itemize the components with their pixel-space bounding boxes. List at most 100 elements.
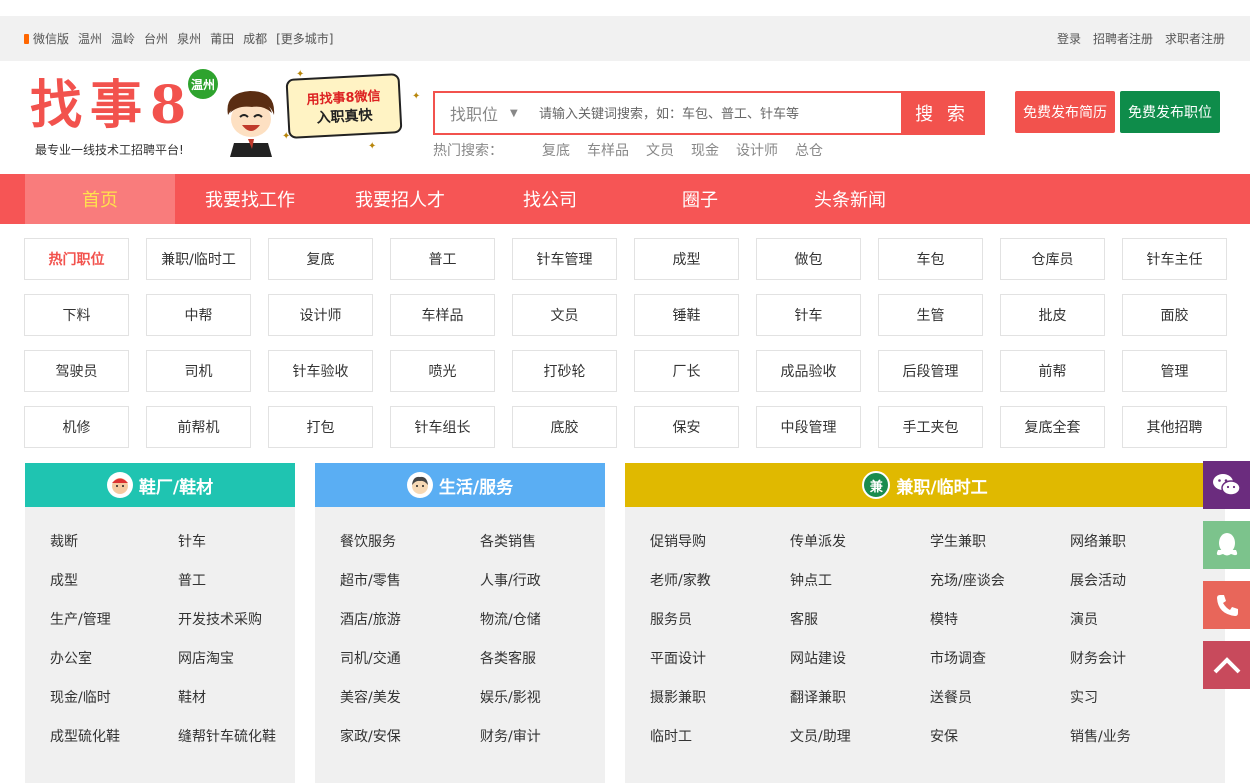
category-item[interactable]: 物流/仓储	[480, 599, 605, 638]
job-tag[interactable]: 中帮	[146, 294, 251, 336]
city-link-wenling[interactable]: 温岭	[111, 30, 135, 47]
category-item[interactable]: 开发技术采购	[178, 599, 295, 638]
employer-register-link[interactable]: 招聘者注册	[1093, 30, 1153, 47]
category-item[interactable]: 老师/家教	[650, 560, 790, 599]
category-item[interactable]: 普工	[178, 560, 295, 599]
category-item[interactable]: 服务员	[650, 599, 790, 638]
category-item[interactable]: 家政/安保	[340, 716, 480, 755]
category-item[interactable]: 生产/管理	[50, 599, 178, 638]
category-item[interactable]: 超市/零售	[340, 560, 480, 599]
job-tag[interactable]: 锤鞋	[634, 294, 739, 336]
job-tag[interactable]: 成型	[634, 238, 739, 280]
category-item[interactable]: 餐饮服务	[340, 521, 480, 560]
category-item[interactable]: 送餐员	[930, 677, 1070, 716]
job-tag[interactable]: 针车组长	[390, 406, 495, 448]
job-tag[interactable]: 打包	[268, 406, 373, 448]
hot-search-term[interactable]: 现金	[691, 140, 719, 160]
category-item[interactable]: 办公室	[50, 638, 178, 677]
category-item[interactable]: 传单派发	[790, 521, 930, 560]
job-tag[interactable]: 针车管理	[512, 238, 617, 280]
category-item[interactable]: 各类销售	[480, 521, 605, 560]
job-tag[interactable]: 针车主任	[1122, 238, 1227, 280]
job-tag[interactable]: 中段管理	[756, 406, 861, 448]
category-item[interactable]: 钟点工	[790, 560, 930, 599]
job-tag[interactable]: 生管	[878, 294, 983, 336]
city-link-putian[interactable]: 莆田	[210, 30, 234, 47]
category-item[interactable]: 摄影兼职	[650, 677, 790, 716]
job-tag[interactable]: 针车	[756, 294, 861, 336]
hot-search-term[interactable]: 车样品	[587, 140, 629, 160]
category-header-parttime[interactable]: 兼 兼职/临时工	[625, 463, 1225, 507]
category-item[interactable]: 鞋材	[178, 677, 295, 716]
nav-home[interactable]: 首页	[25, 174, 175, 224]
job-tag[interactable]: 面胶	[1122, 294, 1227, 336]
category-item[interactable]: 现金/临时	[50, 677, 178, 716]
publish-job-button[interactable]: 免费发布职位	[1120, 91, 1220, 133]
category-item[interactable]: 娱乐/影视	[480, 677, 605, 716]
job-tag[interactable]: 厂长	[634, 350, 739, 392]
category-item[interactable]: 充场/座谈会	[930, 560, 1070, 599]
job-tag[interactable]: 设计师	[268, 294, 373, 336]
category-item[interactable]: 成型硫化鞋	[50, 716, 178, 755]
category-item[interactable]: 文员/助理	[790, 716, 930, 755]
category-item[interactable]: 成型	[50, 560, 178, 599]
job-tag[interactable]: 底胶	[512, 406, 617, 448]
category-item[interactable]: 平面设计	[650, 638, 790, 677]
publish-resume-button[interactable]: 免费发布简历	[1015, 91, 1115, 133]
job-tag[interactable]: 下料	[24, 294, 129, 336]
job-tag[interactable]: 文员	[512, 294, 617, 336]
hot-jobs-label[interactable]: 热门职位	[24, 238, 129, 280]
job-tag[interactable]: 做包	[756, 238, 861, 280]
nav-circle[interactable]: 圈子	[625, 174, 775, 224]
job-tag[interactable]: 喷光	[390, 350, 495, 392]
category-header-life[interactable]: 生活/服务	[315, 463, 605, 507]
job-tag[interactable]: 保安	[634, 406, 739, 448]
wechat-promo-sign[interactable]: 用找事8微信 入职真快	[285, 73, 403, 139]
category-item[interactable]: 司机/交通	[340, 638, 480, 677]
category-item[interactable]: 财务会计	[1070, 638, 1205, 677]
category-item[interactable]: 美容/美发	[340, 677, 480, 716]
job-tag[interactable]: 前帮机	[146, 406, 251, 448]
category-item[interactable]: 销售/业务	[1070, 716, 1205, 755]
job-tag[interactable]: 后段管理	[878, 350, 983, 392]
login-link[interactable]: 登录	[1057, 30, 1081, 47]
category-item[interactable]: 财务/审计	[480, 716, 605, 755]
search-input[interactable]	[537, 93, 901, 135]
phone-float-button[interactable]	[1203, 581, 1250, 629]
category-item[interactable]: 模特	[930, 599, 1070, 638]
nav-find-job[interactable]: 我要找工作	[175, 174, 325, 224]
job-tag[interactable]: 打砂轮	[512, 350, 617, 392]
job-tag[interactable]: 车包	[878, 238, 983, 280]
wechat-version-link[interactable]: 微信版	[33, 30, 69, 47]
wechat-float-button[interactable]	[1203, 461, 1250, 509]
nav-news[interactable]: 头条新闻	[775, 174, 925, 224]
job-tag[interactable]: 车样品	[390, 294, 495, 336]
job-tag[interactable]: 兼职/临时工	[146, 238, 251, 280]
category-item[interactable]: 缝帮针车硫化鞋	[178, 716, 295, 755]
category-item[interactable]: 人事/行政	[480, 560, 605, 599]
category-item[interactable]: 网络兼职	[1070, 521, 1205, 560]
category-item[interactable]: 演员	[1070, 599, 1205, 638]
seeker-register-link[interactable]: 求职者注册	[1165, 30, 1225, 47]
nav-recruit[interactable]: 我要招人才	[325, 174, 475, 224]
hot-search-term[interactable]: 总仓	[795, 140, 823, 160]
city-link-taizhou[interactable]: 台州	[144, 30, 168, 47]
job-tag[interactable]: 成品验收	[756, 350, 861, 392]
more-cities-link[interactable]: [更多城市]	[276, 30, 333, 47]
job-tag[interactable]: 司机	[146, 350, 251, 392]
job-tag[interactable]: 批皮	[1000, 294, 1105, 336]
job-tag[interactable]: 复底全套	[1000, 406, 1105, 448]
city-link-chengdu[interactable]: 成都	[243, 30, 267, 47]
hot-search-term[interactable]: 文员	[646, 140, 674, 160]
qq-float-button[interactable]	[1203, 521, 1250, 569]
job-tag[interactable]: 其他招聘	[1122, 406, 1227, 448]
job-tag[interactable]: 针车验收	[268, 350, 373, 392]
job-tag[interactable]: 普工	[390, 238, 495, 280]
category-header-shoe[interactable]: 鞋厂/鞋材	[25, 463, 295, 507]
search-button[interactable]: 搜 索	[901, 93, 983, 133]
category-item[interactable]: 网店淘宝	[178, 638, 295, 677]
category-item[interactable]: 酒店/旅游	[340, 599, 480, 638]
hot-search-term[interactable]: 复底	[542, 140, 570, 160]
site-logo[interactable]: 找事8	[30, 78, 194, 134]
category-item[interactable]: 翻译兼职	[790, 677, 930, 716]
